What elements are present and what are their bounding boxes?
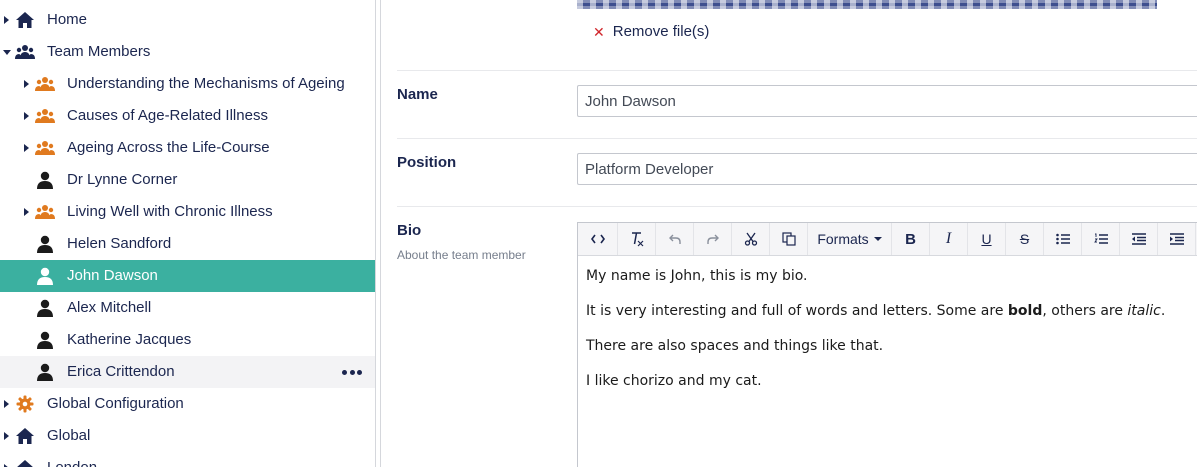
image-preview <box>577 0 1157 9</box>
bio-paragraph: There are also spaces and things like th… <box>586 338 884 354</box>
field-divider <box>397 206 1197 207</box>
person-icon <box>34 266 56 286</box>
tree-item-label: Living Well with Chronic Illness <box>67 203 273 220</box>
home-icon <box>14 10 36 30</box>
underline-icon[interactable]: U <box>968 223 1006 255</box>
remove-files-label: Remove file(s) <box>612 23 710 40</box>
copy-icon[interactable] <box>770 223 808 255</box>
rte-content[interactable]: My name is John, this is my bio. It is v… <box>586 267 1197 407</box>
tree-item-label: Ageing Across the Life-Course <box>67 139 270 156</box>
tree-item-ageing-life-course[interactable]: Ageing Across the Life-Course <box>0 132 375 164</box>
position-input[interactable] <box>577 153 1197 185</box>
chevron-right-icon[interactable] <box>4 400 9 408</box>
person-icon <box>34 362 56 382</box>
person-icon <box>34 170 56 190</box>
person-icon <box>34 234 56 254</box>
italic-icon[interactable]: I <box>930 223 968 255</box>
team-icon <box>34 106 56 126</box>
bold-icon[interactable]: B <box>892 223 930 255</box>
formats-label: Formats <box>817 231 869 247</box>
person-icon <box>34 330 56 350</box>
bio-text: , others are <box>1042 303 1128 319</box>
redo-icon[interactable] <box>694 223 732 255</box>
tree-item-london[interactable]: London <box>0 452 375 467</box>
person-icon <box>34 298 56 318</box>
tree-item-team-members[interactable]: Team Members <box>0 36 375 68</box>
tree-item-label: Helen Sandford <box>67 235 172 252</box>
numbered-list-icon[interactable] <box>1082 223 1120 255</box>
tree-item-label: Home <box>47 11 88 28</box>
bullet-list-icon[interactable] <box>1044 223 1082 255</box>
bio-paragraph: It is very interesting and full of words… <box>586 302 1197 321</box>
tree-item-label: Global Configuration <box>47 395 184 412</box>
more-actions-icon[interactable] <box>340 364 364 380</box>
team-icon <box>14 42 36 62</box>
tree-item-label: Erica Crittendon <box>67 363 175 380</box>
bio-bold-text: bold <box>1007 303 1043 319</box>
team-icon <box>34 202 56 222</box>
tree-item-home[interactable]: Home <box>0 4 375 36</box>
remove-icon: ✕ <box>593 23 605 40</box>
chevron-right-icon[interactable] <box>24 112 29 120</box>
bio-text: It is very interesting and full of words… <box>586 303 1008 319</box>
tree-item-erica-crittendon[interactable]: Erica Crittendon <box>0 356 375 388</box>
team-icon <box>34 138 56 158</box>
chevron-right-icon[interactable] <box>24 208 29 216</box>
tree-item-global-configuration[interactable]: Global Configuration <box>0 388 375 420</box>
tree-item-label: Causes of Age-Related Illness <box>67 107 268 124</box>
chevron-right-icon[interactable] <box>4 432 9 440</box>
chevron-down-icon[interactable] <box>3 50 11 55</box>
home-icon <box>14 426 36 446</box>
gear-icon <box>14 394 36 414</box>
chevron-right-icon[interactable] <box>4 16 9 24</box>
tree-item-alex-mitchell[interactable]: Alex Mitchell <box>0 292 375 324</box>
bio-help-text: About the team member <box>397 248 526 262</box>
field-divider <box>397 138 1197 139</box>
remove-files-button[interactable]: ✕ Remove file(s) <box>593 23 709 40</box>
clear-format-icon[interactable] <box>618 223 656 255</box>
tree-item-label: Alex Mitchell <box>67 299 152 316</box>
chevron-right-icon[interactable] <box>24 80 29 88</box>
position-field-label: Position <box>397 154 457 171</box>
bio-paragraph: I like chorizo and my cat. <box>586 373 762 389</box>
site-tree: Home Team Members Understanding the Mechan… <box>0 0 375 467</box>
chevron-down-icon <box>873 237 882 241</box>
indent-icon[interactable] <box>1158 223 1196 255</box>
bio-field-label: Bio <box>397 222 422 239</box>
tree-item-lynne-corner[interactable]: Dr Lynne Corner <box>0 164 375 196</box>
tree-item-label: John Dawson <box>67 267 158 284</box>
tree-item-global[interactable]: Global <box>0 420 375 452</box>
tree-item-label: Dr Lynne Corner <box>67 171 178 188</box>
undo-icon[interactable] <box>656 223 694 255</box>
strikethrough-icon[interactable]: S <box>1006 223 1044 255</box>
tree-item-understanding-mechanisms[interactable]: Understanding the Mechanisms of Ageing <box>0 68 375 100</box>
cut-icon[interactable] <box>732 223 770 255</box>
chevron-right-icon[interactable] <box>24 144 29 152</box>
bio-text: . <box>1160 303 1166 319</box>
bio-paragraph: My name is John, this is my bio. <box>586 268 808 284</box>
tree-item-causes-illness[interactable]: Causes of Age-Related Illness <box>0 100 375 132</box>
tree-item-helen-sandford[interactable]: Helen Sandford <box>0 228 375 260</box>
tree-item-living-well[interactable]: Living Well with Chronic Illness <box>0 196 375 228</box>
formats-dropdown[interactable]: Formats <box>808 223 892 255</box>
bio-italic-text: italic <box>1127 303 1161 319</box>
field-divider <box>397 70 1197 71</box>
name-field-label: Name <box>397 86 438 103</box>
bio-rich-text-editor[interactable]: Formats B I U S My name is John, this is… <box>577 222 1197 467</box>
code-icon[interactable] <box>578 223 618 255</box>
tree-item-label: Understanding the Mechanisms of Ageing <box>67 75 345 92</box>
tree-item-label: Katherine Jacques <box>67 331 192 348</box>
team-icon <box>34 74 56 94</box>
rte-toolbar: Formats B I U S <box>578 223 1197 256</box>
name-input[interactable] <box>577 85 1197 117</box>
tree-item-label: London <box>47 459 97 467</box>
outdent-icon[interactable] <box>1120 223 1158 255</box>
tree-item-john-dawson[interactable]: John Dawson <box>0 260 375 292</box>
home-icon <box>14 458 36 467</box>
tree-item-katherine-jacques[interactable]: Katherine Jacques <box>0 324 375 356</box>
page-editor: ✕ Remove file(s) Name Position Bio About… <box>381 0 1197 467</box>
tree-item-label: Global <box>47 427 91 444</box>
tree-item-label: Team Members <box>47 43 151 60</box>
